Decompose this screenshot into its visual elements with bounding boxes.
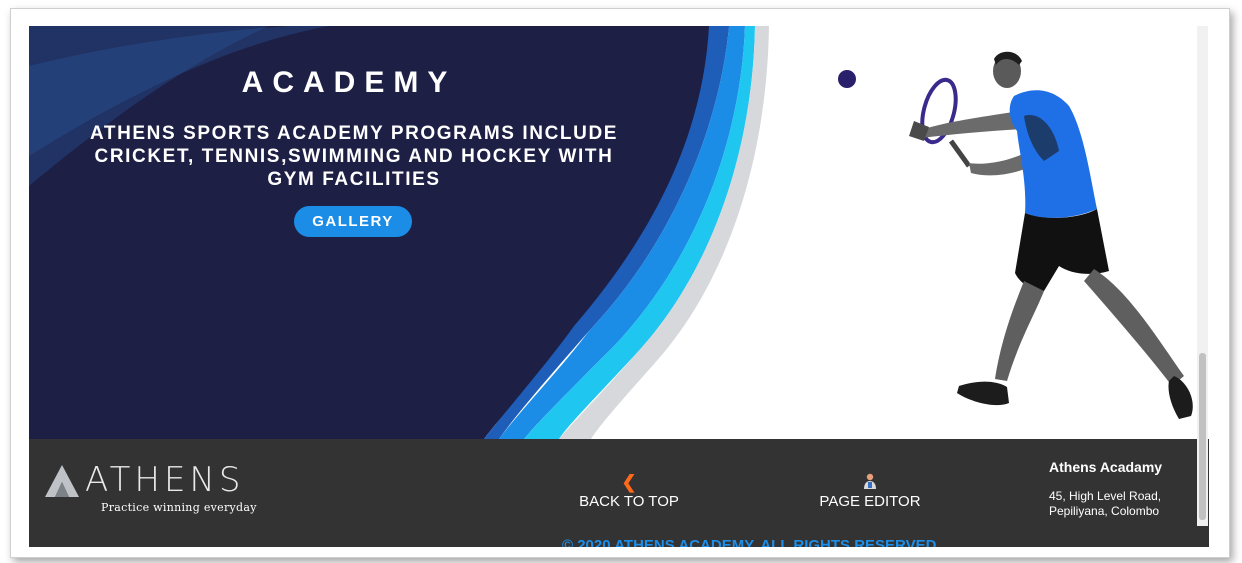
address-title: Athens Acadamy: [1049, 459, 1163, 475]
scrollbar-thumb[interactable]: [1199, 353, 1206, 520]
user-editor-icon: [815, 473, 925, 491]
hero-title: ACADEMY: [241, 66, 457, 99]
back-to-top-label: BACK TO TOP: [579, 493, 679, 510]
athens-logo-mark-icon: [45, 465, 79, 497]
logo-tagline: Practice winning everyday: [101, 501, 257, 514]
page-scrollbar[interactable]: [1197, 26, 1208, 526]
gallery-button[interactable]: GALLERY: [294, 206, 412, 237]
hero-subtitle-line: CRICKET, TENNIS,SWIMMING AND HOCKEY WITH: [94, 146, 614, 167]
back-to-top-link[interactable]: ❮ BACK TO TOP: [579, 473, 679, 510]
logo-wordmark: ATHENS: [85, 460, 245, 500]
browser-viewport: ACADEMY ATHENS SPORTS ACADEMY PROGRAMS I…: [29, 26, 1209, 547]
hero-subtitle-line: GYM FACILITIES: [267, 169, 441, 190]
hero-subtitle-line: ATHENS SPORTS ACADEMY PROGRAMS INCLUDE: [89, 123, 619, 144]
hero-banner: ACADEMY ATHENS SPORTS ACADEMY PROGRAMS I…: [29, 26, 1209, 439]
hero-subtitle: ATHENS SPORTS ACADEMY PROGRAMS INCLUDE C…: [59, 122, 649, 191]
copyright-text: © 2020 ATHENS ACADEMY. ALL RIGHTS RESERV…: [562, 537, 937, 547]
address-line: 45, High Level Road,: [1049, 489, 1162, 503]
page-editor-link[interactable]: PAGE EDITOR: [815, 473, 925, 510]
page-editor-label: PAGE EDITOR: [819, 493, 921, 510]
screenshot-frame: ACADEMY ATHENS SPORTS ACADEMY PROGRAMS I…: [10, 8, 1230, 558]
address-line: Pepiliyana, Colombo: [1049, 504, 1160, 518]
tennis-player-image: [838, 51, 1193, 419]
athens-logo[interactable]: ATHENS Practice winning everyday: [45, 461, 265, 521]
chevron-left-icon: ❮: [621, 472, 637, 492]
address: 45, High Level Road, Pepiliyana, Colombo: [1049, 489, 1161, 519]
site-footer: ATHENS Practice winning everyday ❮ BACK …: [29, 439, 1209, 547]
